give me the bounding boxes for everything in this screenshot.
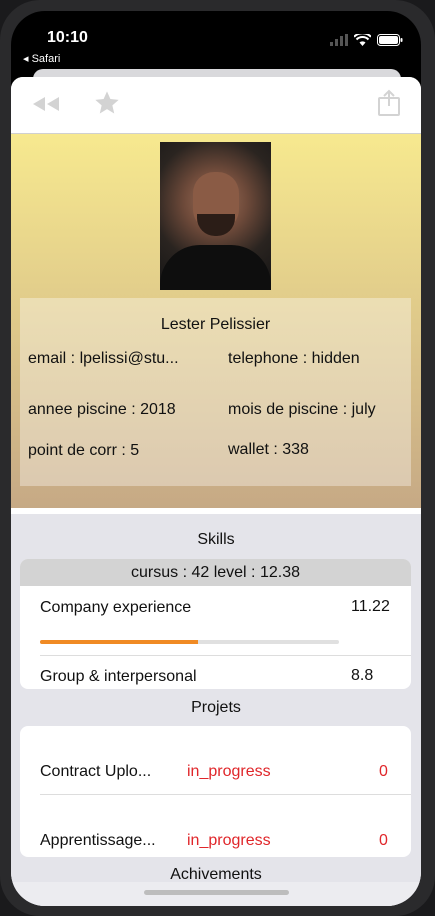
skills-title: Skills (197, 531, 235, 548)
profile-name: Lester Pelissier (160, 316, 271, 333)
project-name: Contract Uplo... (40, 763, 152, 780)
profile-annee-piscine: annee piscine : 2018 (28, 401, 176, 418)
row-divider (40, 655, 411, 656)
project-status: in_progress (187, 832, 271, 849)
home-indicator[interactable] (144, 890, 289, 895)
profile-telephone: telephone : hidden (228, 350, 360, 367)
profile-point-corr: point de corr : 5 (28, 442, 140, 459)
share-icon[interactable] (377, 89, 401, 122)
row-divider (40, 794, 411, 795)
profile-email: email : lpelissi@stu... (28, 350, 179, 367)
profile-mois-piscine: mois de piscine : july (228, 401, 376, 418)
status-icons (330, 32, 403, 51)
rewind-icon[interactable] (31, 89, 61, 124)
project-name: Apprentissage... (40, 832, 156, 849)
status-time: 10:10 (47, 29, 88, 46)
modal-sheet: Lester Pelissier email : lpelissi@stu...… (11, 77, 421, 906)
cursus-level: cursus : 42 level : 12.38 (20, 559, 411, 586)
skill-name: Group & interpersonal (40, 668, 197, 685)
skill-progress-fill (40, 640, 199, 644)
skills-list[interactable]: cursus : 42 level : 12.38 Company experi… (20, 559, 411, 689)
project-mark: 0 (379, 832, 388, 849)
battery-icon (377, 33, 403, 51)
screen: 10:10 ◂ Safari Lester Pelissier email: … (11, 11, 421, 906)
skill-progress-bar (40, 640, 339, 644)
project-mark: 0 (379, 763, 388, 780)
back-to-safari-link[interactable]: ◂ Safari (23, 52, 60, 65)
wifi-icon (353, 32, 372, 51)
projects-title: Projets (191, 699, 241, 716)
profile-wallet: wallet : 338 (228, 441, 309, 458)
notch (114, 11, 319, 43)
profile-header: Lester Pelissier email : lpelissi@stu...… (11, 134, 421, 508)
star-icon[interactable] (93, 89, 121, 122)
profile-card: Lester Pelissier email : lpelissi@stu...… (20, 298, 411, 486)
skill-value: 11.22 (351, 598, 390, 615)
toolbar (11, 77, 421, 134)
projects-list[interactable]: Contract Uplo... in_progress 0 Apprentis… (20, 726, 411, 857)
project-status: in_progress (187, 763, 271, 780)
signal-icon (330, 33, 348, 51)
profile-photo (160, 142, 271, 290)
device-frame: 10:10 ◂ Safari Lester Pelissier email: … (0, 0, 435, 916)
skill-name: Company experience (40, 599, 192, 616)
skill-value: 8.8 (351, 667, 374, 684)
